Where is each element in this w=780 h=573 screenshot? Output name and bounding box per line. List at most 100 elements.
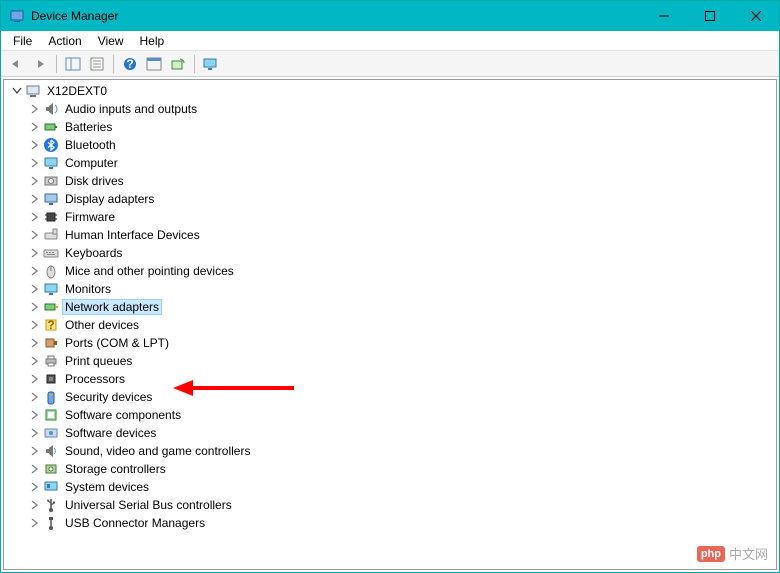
- printer-icon: [43, 353, 59, 369]
- toolbar-showhide-button[interactable]: [62, 53, 84, 75]
- storage-icon: [43, 461, 59, 477]
- speaker-icon: [43, 101, 59, 117]
- window-title: Device Manager: [31, 9, 641, 23]
- expand-icon[interactable]: [28, 516, 42, 530]
- menu-action[interactable]: Action: [40, 32, 89, 50]
- menubar: File Action View Help: [1, 31, 779, 51]
- expand-icon[interactable]: [28, 354, 42, 368]
- toolbar-actions-button[interactable]: [143, 53, 165, 75]
- tree-item-label: Bluetooth: [62, 137, 119, 153]
- tree-item-label: USB Connector Managers: [62, 515, 208, 531]
- usb-icon: [43, 497, 59, 513]
- expand-icon[interactable]: [28, 390, 42, 404]
- expand-icon[interactable]: [28, 408, 42, 422]
- system-icon: [43, 479, 59, 495]
- toolbar-separator: [113, 55, 114, 73]
- expand-icon[interactable]: [28, 426, 42, 440]
- tree-item-label: Security devices: [62, 389, 155, 405]
- tree-item-display[interactable]: Display adapters: [4, 190, 776, 208]
- toolbar-help-button[interactable]: ?: [119, 53, 141, 75]
- tree-item-label: Human Interface Devices: [62, 227, 203, 243]
- tree-item-printq[interactable]: Print queues: [4, 352, 776, 370]
- menu-view[interactable]: View: [90, 32, 132, 50]
- expand-icon[interactable]: [28, 336, 42, 350]
- tree-item-label: Print queues: [62, 353, 135, 369]
- expand-icon[interactable]: [28, 372, 42, 386]
- tree-item-label: Universal Serial Bus controllers: [62, 497, 235, 513]
- tree-item-network[interactable]: Network adapters: [4, 298, 776, 316]
- toolbar-separator: [56, 55, 57, 73]
- expand-icon[interactable]: [28, 228, 42, 242]
- toolbar-scan-button[interactable]: [167, 53, 189, 75]
- expand-icon[interactable]: [28, 174, 42, 188]
- tree-item-mice[interactable]: Mice and other pointing devices: [4, 262, 776, 280]
- toolbar-properties-button[interactable]: [86, 53, 108, 75]
- minimize-button[interactable]: [641, 1, 687, 31]
- toolbar-devices-button[interactable]: [200, 53, 222, 75]
- tree-item-security[interactable]: Security devices: [4, 388, 776, 406]
- tree-item-keyboards[interactable]: Keyboards: [4, 244, 776, 262]
- tree-item-label: Network adapters: [62, 299, 162, 315]
- expand-icon[interactable]: [28, 138, 42, 152]
- expand-icon[interactable]: [28, 156, 42, 170]
- expand-icon[interactable]: [28, 498, 42, 512]
- tree-item-storage[interactable]: Storage controllers: [4, 460, 776, 478]
- expand-icon[interactable]: [28, 264, 42, 278]
- expand-icon[interactable]: [28, 300, 42, 314]
- device-tree[interactable]: X12DEXT0 Audio inputs and outputsBatteri…: [3, 79, 777, 570]
- network-icon: [43, 299, 59, 315]
- other-icon: ?: [43, 317, 59, 333]
- tree-item-swcomp[interactable]: Software components: [4, 406, 776, 424]
- toolbar-separator: [194, 55, 195, 73]
- sound-icon: [43, 443, 59, 459]
- tree-item-ports[interactable]: Ports (COM & LPT): [4, 334, 776, 352]
- titlebar[interactable]: Device Manager: [1, 1, 779, 31]
- tree-item-computer[interactable]: Computer: [4, 154, 776, 172]
- menu-help[interactable]: Help: [132, 32, 173, 50]
- expand-icon[interactable]: [28, 120, 42, 134]
- security-icon: [43, 389, 59, 405]
- expand-icon[interactable]: [28, 282, 42, 296]
- tree-item-swdev[interactable]: Software devices: [4, 424, 776, 442]
- tree-item-firmware[interactable]: Firmware: [4, 208, 776, 226]
- tree-item-label: Mice and other pointing devices: [62, 263, 237, 279]
- expand-icon[interactable]: [28, 318, 42, 332]
- tree-item-audio[interactable]: Audio inputs and outputs: [4, 100, 776, 118]
- tree-item-label: Sound, video and game controllers: [62, 443, 253, 459]
- hid-icon: [43, 227, 59, 243]
- tree-item-batteries[interactable]: Batteries: [4, 118, 776, 136]
- tree-item-other[interactable]: ?Other devices: [4, 316, 776, 334]
- device-manager-window: Device Manager File Action View Help ?: [0, 0, 780, 573]
- tree-item-label: Firmware: [62, 209, 118, 225]
- expand-icon[interactable]: [28, 102, 42, 116]
- swdev-icon: [43, 425, 59, 441]
- tree-item-bluetooth[interactable]: Bluetooth: [4, 136, 776, 154]
- expand-icon[interactable]: [28, 480, 42, 494]
- collapse-icon[interactable]: [10, 84, 24, 98]
- expand-icon[interactable]: [28, 246, 42, 260]
- cpu-icon: [43, 371, 59, 387]
- tree-item-hid[interactable]: Human Interface Devices: [4, 226, 776, 244]
- svg-text:?: ?: [47, 318, 54, 332]
- expand-icon[interactable]: [28, 444, 42, 458]
- tree-item-sound[interactable]: Sound, video and game controllers: [4, 442, 776, 460]
- tree-item-label: Software components: [62, 407, 184, 423]
- tree-item-usbconn[interactable]: USB Connector Managers: [4, 514, 776, 532]
- menu-file[interactable]: File: [5, 32, 40, 50]
- toolbar-forward-button[interactable]: [29, 53, 51, 75]
- tree-item-monitors[interactable]: Monitors: [4, 280, 776, 298]
- expand-icon[interactable]: [28, 210, 42, 224]
- tree-root[interactable]: X12DEXT0: [4, 82, 776, 100]
- tree-item-system[interactable]: System devices: [4, 478, 776, 496]
- chip-icon: [43, 209, 59, 225]
- tree-item-disk[interactable]: Disk drives: [4, 172, 776, 190]
- tree-item-usb[interactable]: Universal Serial Bus controllers: [4, 496, 776, 514]
- toolbar-back-button[interactable]: [5, 53, 27, 75]
- port-icon: [43, 335, 59, 351]
- expand-icon[interactable]: [28, 462, 42, 476]
- maximize-button[interactable]: [687, 1, 733, 31]
- close-button[interactable]: [733, 1, 779, 31]
- tree-item-proc[interactable]: Processors: [4, 370, 776, 388]
- keyboard-icon: [43, 245, 59, 261]
- expand-icon[interactable]: [28, 192, 42, 206]
